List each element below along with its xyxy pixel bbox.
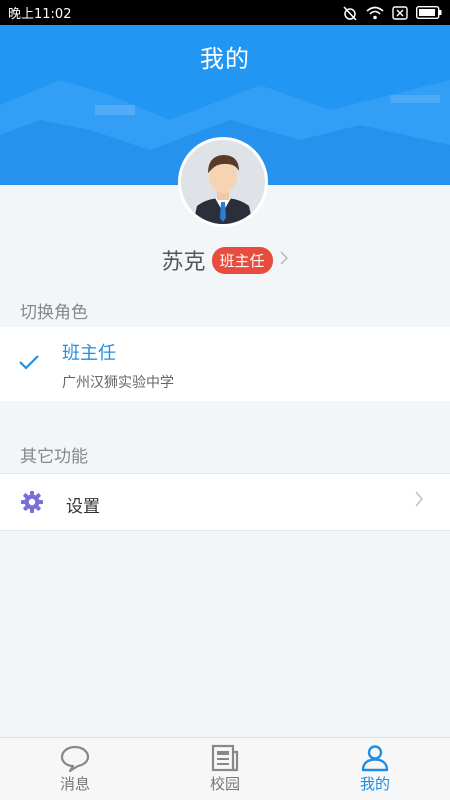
tab-label: 校园	[209, 775, 240, 793]
status-bar: 晚上11:02	[0, 0, 450, 25]
tab-label: 消息	[59, 775, 90, 793]
avatar[interactable]	[178, 137, 268, 227]
role-badge: 班主任	[211, 246, 273, 274]
page-title: 我的	[200, 45, 250, 73]
gear-icon	[21, 491, 43, 513]
newspaper-icon	[211, 744, 239, 772]
user-name: 苏克	[161, 250, 206, 275]
tab-label: 我的	[359, 775, 390, 793]
chevron-right-icon	[414, 490, 424, 513]
alarm-off-icon	[343, 5, 357, 21]
tab-mine[interactable]: 我的	[300, 738, 450, 800]
profile-name-row[interactable]: 苏克 班主任	[0, 244, 450, 276]
settings-label: 设置	[66, 497, 100, 517]
person-icon	[361, 745, 389, 772]
battery-icon	[416, 6, 442, 19]
switch-role-section-label: 切换角色	[20, 303, 88, 323]
wifi-icon	[366, 6, 384, 19]
tab-campus[interactable]: 校园	[150, 738, 300, 800]
avatar-person-icon	[181, 140, 265, 224]
no-sim-icon	[392, 5, 408, 20]
other-features-section-label: 其它功能	[20, 447, 88, 467]
status-time: 晚上11:02	[8, 7, 72, 22]
chevron-right-icon	[279, 250, 289, 270]
role-option-selected[interactable]: 班主任 广州汉狮实验中学	[0, 327, 450, 401]
role-school: 广州汉狮实验中学	[62, 375, 174, 391]
tab-messages[interactable]: 消息	[0, 738, 150, 800]
bottom-tab-bar: 消息 校园 我的	[0, 737, 450, 800]
status-icons	[342, 5, 442, 21]
role-title: 班主任	[62, 343, 116, 364]
settings-row[interactable]: 设置	[0, 473, 450, 531]
check-icon	[19, 355, 39, 370]
chat-bubble-icon	[60, 745, 90, 772]
